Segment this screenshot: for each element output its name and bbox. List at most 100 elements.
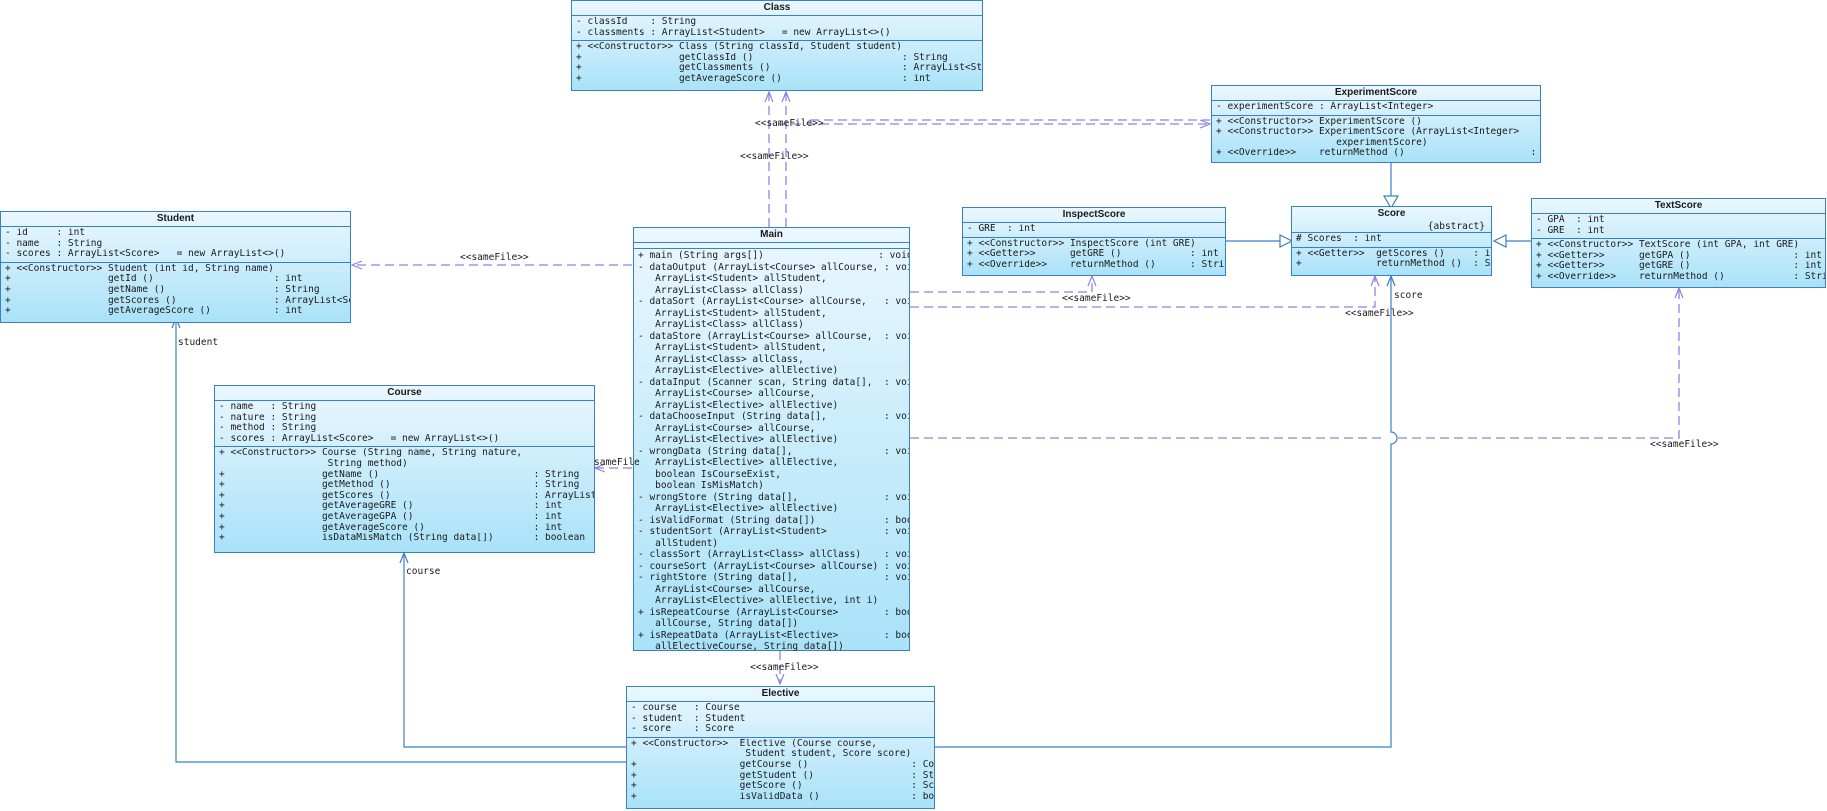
operation: + getAverageScore () : int — [219, 522, 563, 533]
operation: + <<Constructor>> Elective (Course cours… — [631, 738, 877, 749]
class-attributes: - classId : String - classments : ArrayL… — [572, 16, 982, 42]
operation: boolean IsMisMatch) — [638, 480, 764, 491]
samefile-label-class-experiment: <<sameFile>> — [755, 118, 824, 129]
operation: + getScore () : Score — [631, 781, 934, 792]
operation: + <<Constructor>> TextScore (int GPA, in… — [1536, 240, 1800, 251]
attribute: - GPA : int — [1536, 215, 1605, 225]
samefile-label-main-score: <<sameFile>> — [1345, 308, 1414, 319]
class-operations: + <<Constructor>> ExperimentScore () + <… — [1212, 116, 1540, 161]
operation: Student student, Score score) — [631, 749, 912, 760]
operation: + isDataMisMatch (String data[]) : boole… — [219, 533, 586, 544]
operation: + getAverageScore () : int — [5, 306, 303, 317]
operation: + getScores () : ArrayList<Score> — [219, 490, 594, 501]
operation: ArrayList<Student> allStudent, — [638, 307, 827, 319]
role-label-score: score — [1394, 290, 1423, 301]
operation: + <<Constructor>> Class (String classId,… — [576, 42, 903, 53]
operation: + getMethod () : String — [219, 480, 580, 491]
operation: + <<Override>> returnMethod () : String — [1216, 148, 1537, 159]
operation: - dataChooseInput (String data[], : void — [638, 411, 909, 422]
operation: ArrayList<Course> allCourse, — [638, 583, 816, 595]
class-attributes: - experimentScore : ArrayList<Integer> — [1212, 101, 1540, 116]
class-title: Main — [634, 228, 909, 243]
class-operations: + main (String args[]) : void - dataOutp… — [634, 249, 909, 655]
operation: + <<Constructor>> ExperimentScore () — [1216, 116, 1422, 127]
abstract-stereotype: {abstract} — [1292, 221, 1491, 233]
operation: + getClassId () : String — [576, 52, 948, 63]
class-box-textscore[interactable]: TextScore - GPA : int - GRE : int + <<Co… — [1531, 198, 1826, 288]
operation: experimentScore) — [1216, 137, 1428, 148]
operation: + getId () : int — [5, 274, 303, 285]
operation: ArrayList<Elective> allElective) — [638, 399, 839, 411]
operation: + getClassments () : ArrayList<Student> — [576, 63, 982, 74]
attribute: - nature : String — [219, 412, 317, 423]
class-operations: + <<Constructor>> InspectScore (int GRE)… — [963, 238, 1225, 273]
operation: + <<Constructor>> ExperimentScore (Array… — [1216, 127, 1520, 138]
operation: + <<Getter>> getScores () : int — [1296, 248, 1491, 259]
class-title: Course — [215, 386, 594, 401]
class-title: Class — [572, 1, 982, 16]
dep-main-text — [910, 288, 1679, 439]
operation: - wrongStore (String data[], : void — [638, 491, 909, 503]
operation: + isRepeatData (ArrayList<Elective> : bo… — [638, 629, 909, 641]
operation: allElectiveCourse, String data[]) — [638, 641, 844, 652]
operation: ArrayList<Elective> allElective) — [638, 434, 839, 445]
operation: - classSort (ArrayList<Class> allClass) … — [638, 549, 909, 560]
dep-main-score — [910, 276, 1375, 308]
attribute: - name : String — [219, 402, 317, 412]
class-title: Student — [1, 212, 350, 227]
operation: + <<Getter>> getGRE () : int — [967, 249, 1219, 260]
class-operations: + <<Getter>> getScores () : int + return… — [1292, 248, 1491, 272]
class-operations: + <<Constructor>> Student (int id, Strin… — [1, 263, 350, 319]
class-box-score[interactable]: Score {abstract} # Scores : int + <<Gett… — [1291, 206, 1492, 276]
operation: + <<Override>> returnMethod () : String — [1536, 271, 1825, 282]
attribute: - classId : String — [576, 17, 697, 27]
attribute: - method : String — [219, 423, 317, 434]
attribute: - GRE : int — [967, 224, 1036, 234]
role-label-course: course — [406, 566, 441, 577]
operation: + getStudent () : Student — [631, 770, 934, 781]
class-operations: + <<Constructor>> Class (String classId,… — [572, 41, 982, 86]
class-attributes: - name : String - nature : String - meth… — [215, 401, 594, 448]
dep-main-inspect — [910, 276, 1092, 293]
operation: - isValidFormat (String data[]) : boolea… — [638, 514, 909, 526]
class-box-inspectscore[interactable]: InspectScore - GRE : int + <<Constructor… — [962, 207, 1226, 276]
operation: ArrayList<Course> allCourse, — [638, 422, 816, 434]
samefile-label-main-student: <<sameFile>> — [460, 252, 529, 263]
operation: ArrayList<Elective> allElective) — [638, 503, 839, 514]
operation: + getName () : String — [5, 284, 320, 295]
operation: allStudent) — [638, 537, 719, 549]
operation: ArrayList<Course> allCourse, — [638, 388, 816, 399]
samefile-label-main-text: <<sameFile>> — [1650, 439, 1719, 450]
class-box-student[interactable]: Student - id : int - name : String - sco… — [0, 211, 351, 323]
class-operations: + <<Constructor>> Elective (Course cours… — [627, 738, 934, 805]
class-box-main[interactable]: Main + main (String args[]) : void - dat… — [633, 227, 910, 652]
role-label-student: student — [178, 337, 219, 348]
class-box-class[interactable]: Class - classId : String - classments : … — [571, 0, 983, 91]
operation: + getScores () : ArrayList<Score> — [5, 295, 350, 306]
attribute: - score : Score — [631, 724, 734, 735]
samefile-label-main-elective: <<sameFile>> — [750, 662, 819, 673]
operation: - dataStore (ArrayList<Course> allCourse… — [638, 330, 909, 342]
class-box-elective[interactable]: Elective - course : Course - student : S… — [626, 686, 935, 809]
attribute: - id : int — [5, 228, 86, 238]
class-title: InspectScore — [963, 208, 1225, 223]
operation: + <<Getter>> getGPA () : int — [1536, 250, 1822, 261]
operation: String method) — [219, 458, 408, 469]
class-title: TextScore — [1532, 199, 1825, 214]
operation: ArrayList<Class> allClass) — [638, 284, 804, 296]
assoc-elective-score — [934, 276, 1398, 748]
samefile-label-main-course: sameFile — [594, 457, 640, 468]
samefile-label-main-inspect: <<sameFile>> — [1062, 293, 1131, 304]
class-operations: + <<Constructor>> TextScore (int GPA, in… — [1532, 239, 1825, 284]
class-box-course[interactable]: Course - name : String - nature : String… — [214, 385, 595, 553]
operation: ArrayList<Elective> allElective, — [638, 457, 839, 468]
attribute: - experimentScore : ArrayList<Integer> — [1216, 102, 1434, 112]
operation: - dataSort (ArrayList<Course> allCourse,… — [638, 296, 909, 307]
operation: ArrayList<Class> allClass) — [638, 319, 804, 330]
assoc-elective-course — [404, 553, 626, 748]
operation: - dataInput (Scanner scan, String data[]… — [638, 376, 909, 388]
class-attributes: - GPA : int - GRE : int — [1532, 214, 1825, 240]
operation: + <<Constructor>> InspectScore (int GRE) — [967, 238, 1196, 249]
class-box-experimentscore[interactable]: ExperimentScore - experimentScore : Arra… — [1211, 85, 1541, 163]
operation: + <<Override>> returnMethod () : String — [967, 259, 1225, 270]
